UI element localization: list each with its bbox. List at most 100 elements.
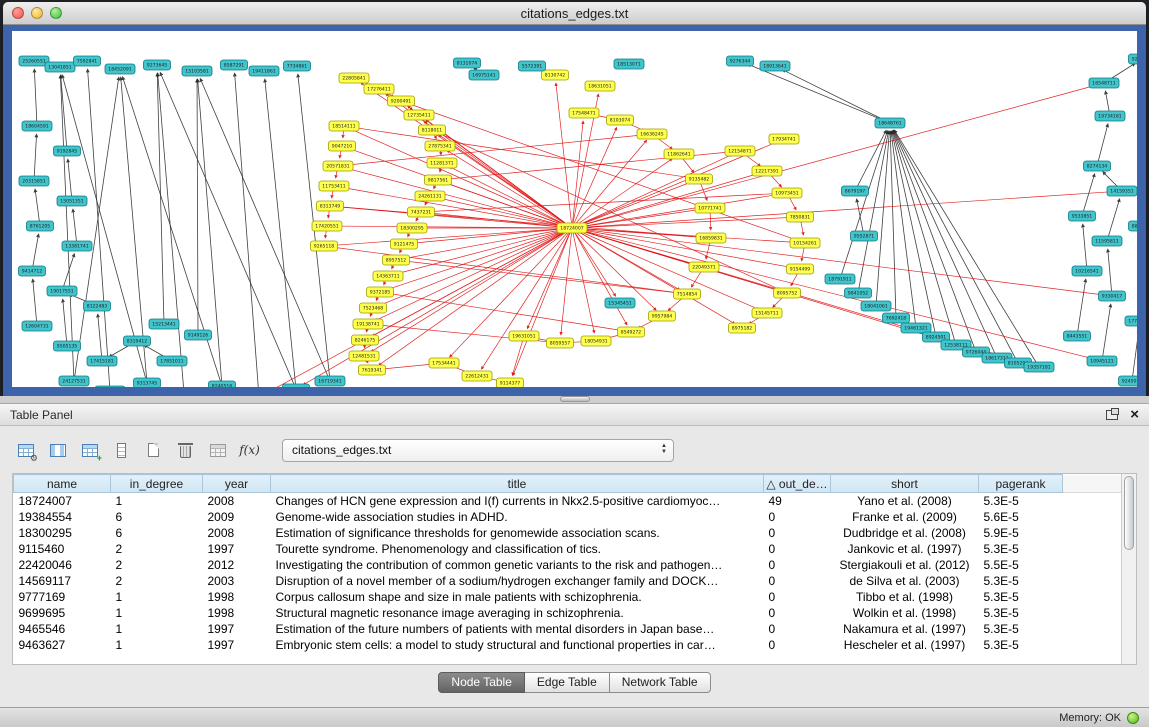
citation-edge-red[interactable]	[401, 101, 797, 240]
cell[interactable]: Wolkin et al. (1998)	[831, 605, 979, 621]
cell[interactable]: 0	[764, 509, 831, 525]
graph-node[interactable]: 8443551	[1064, 331, 1091, 341]
column-header-indegree[interactable]: in_degree	[111, 475, 203, 493]
graph-node[interactable]: 14159351	[1107, 186, 1137, 196]
graph-node[interactable]: 8679197	[842, 186, 869, 196]
cell[interactable]: Estimation of the future numbers of pati…	[271, 621, 764, 637]
citation-edge-red[interactable]	[572, 228, 627, 325]
graph-node[interactable]: 11862641	[664, 149, 694, 159]
graph-node[interactable]: 8319412	[124, 336, 151, 346]
graph-node[interactable]: 8095752	[774, 288, 801, 298]
cell[interactable]: Yano et al. (2008)	[831, 493, 979, 509]
graph-node[interactable]: 8103074	[607, 115, 634, 125]
cell[interactable]: 0	[764, 589, 831, 605]
cell[interactable]: 18724007	[14, 493, 111, 509]
column-header-name[interactable]: name	[14, 475, 111, 493]
citation-edge-red[interactable]	[439, 135, 572, 228]
citation-edge-black[interactable]	[1083, 224, 1087, 271]
float-panel-icon[interactable]	[1106, 410, 1118, 420]
graph-node[interactable]: 7523468	[360, 303, 387, 313]
cell[interactable]: 5.3E-5	[979, 493, 1063, 509]
graph-node[interactable]: 15345451	[605, 298, 635, 308]
graph-node[interactable]: 11595811	[1092, 236, 1122, 246]
citation-edge-black[interactable]	[61, 75, 67, 151]
graph-node[interactable]: 8549272	[618, 327, 645, 337]
zoom-window-button[interactable]	[50, 7, 62, 19]
graph-node[interactable]: 12154871	[725, 146, 755, 156]
citation-edge-red[interactable]	[572, 228, 797, 242]
citation-edge-red[interactable]	[324, 246, 679, 293]
graph-node[interactable]: 9213647	[1129, 54, 1138, 64]
graph-node[interactable]: 25260551	[19, 56, 49, 66]
graph-node[interactable]: 18604591	[22, 121, 52, 131]
graph-node[interactable]: 18452091	[105, 64, 135, 74]
table-row[interactable]: 969969511998Structural magnetic resonanc…	[14, 605, 1122, 621]
cell[interactable]: 18300295	[14, 525, 111, 541]
graph-node[interactable]: 9313745	[134, 378, 161, 387]
citation-edge-red[interactable]	[556, 83, 572, 228]
cell[interactable]: 5.3E-5	[979, 621, 1063, 637]
graph-node[interactable]: 8587291	[221, 60, 248, 70]
graph-node[interactable]: 27875341	[425, 141, 455, 151]
cell[interactable]: 5.9E-5	[979, 525, 1063, 541]
graph-node[interactable]: 9200491	[388, 96, 415, 106]
citation-edge-black[interactable]	[782, 70, 890, 123]
graph-node[interactable]: 17534441	[429, 358, 459, 368]
graph-node[interactable]: 17276411	[364, 84, 394, 94]
graph-node[interactable]: 8118011	[419, 125, 446, 135]
graph-node[interactable]: 10771741	[695, 203, 725, 213]
graph-node[interactable]: 12735411	[404, 110, 434, 120]
cell[interactable]: 5.3E-5	[979, 541, 1063, 557]
table-row[interactable]: 1456911722003Disruption of a novel membe…	[14, 573, 1122, 589]
citation-edge-black[interactable]	[73, 209, 77, 246]
function-builder-icon[interactable]: f(x)	[236, 437, 263, 463]
cell[interactable]: 5.3E-5	[979, 589, 1063, 605]
citation-edge-black[interactable]	[1077, 279, 1086, 336]
graph-node[interactable]: 9372185	[367, 287, 394, 297]
cell[interactable]: 5.3E-5	[979, 637, 1063, 653]
window-titlebar[interactable]: citations_edges.txt	[3, 2, 1146, 25]
graph-node[interactable]: 8130742	[542, 70, 569, 80]
graph-node[interactable]: 19357181	[1024, 362, 1054, 372]
cell[interactable]: 2008	[203, 525, 271, 541]
graph-node[interactable]: 9135482	[686, 174, 713, 184]
graph-node[interactable]: 16636245	[637, 129, 667, 139]
graph-node[interactable]: 18631051	[585, 81, 615, 91]
cell[interactable]: 2009	[203, 509, 271, 525]
citation-edge-red[interactable]	[513, 228, 572, 376]
tab-edge-table[interactable]: Edge Table	[525, 672, 610, 693]
graph-node[interactable]: 16719341	[315, 376, 345, 386]
citation-edge-black[interactable]	[74, 77, 119, 381]
graph-node[interactable]: 7437231	[408, 207, 435, 217]
graph-node[interactable]: 22049371	[689, 262, 719, 272]
graph-node[interactable]: 19411861	[249, 66, 279, 76]
graph-node[interactable]: 8957512	[383, 255, 410, 265]
graph-node[interactable]: 12604731	[22, 321, 52, 331]
graph-node[interactable]: 18648761	[875, 118, 905, 128]
graph-node[interactable]: 16975141	[469, 70, 499, 80]
column-header-title[interactable]: title	[271, 475, 764, 493]
graph-node[interactable]: 13381741	[62, 241, 92, 251]
row-height-icon[interactable]	[108, 437, 135, 463]
graph-node[interactable]: 15051351	[57, 196, 87, 206]
cell[interactable]: 9777169	[14, 589, 111, 605]
cell[interactable]: 0	[764, 605, 831, 621]
citation-edge-red[interactable]	[572, 228, 1104, 295]
tab-network-table[interactable]: Network Table	[610, 672, 711, 693]
cell[interactable]: Franke et al. (2009)	[831, 509, 979, 525]
graph-node[interactable]: 8246175	[352, 335, 379, 345]
cell[interactable]: Stergiakouli et al. (2012)	[831, 557, 979, 573]
citation-edge-red[interactable]	[330, 206, 703, 237]
cell[interactable]: 1997	[203, 621, 271, 637]
table-row[interactable]: 1938455462009Genome-wide association stu…	[14, 509, 1122, 525]
graph-node[interactable]: 24127531	[59, 376, 89, 386]
citation-edge-black[interactable]	[265, 79, 296, 387]
citation-edge-black[interactable]	[857, 199, 864, 236]
citation-edge-red[interactable]	[572, 121, 583, 228]
table-selector-dropdown[interactable]: citations_edges.txt	[282, 439, 674, 462]
graph-node[interactable]: 8122483	[84, 301, 111, 311]
graph-node[interactable]: 18724007	[557, 223, 587, 233]
graph-node[interactable]: 9265118	[311, 241, 338, 251]
cell[interactable]: 9115460	[14, 541, 111, 557]
cell[interactable]: 14569117	[14, 573, 111, 589]
